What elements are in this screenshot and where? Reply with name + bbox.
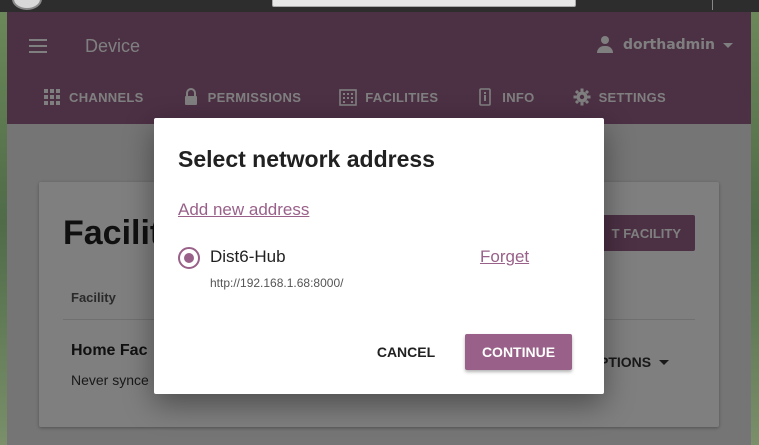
titlebar-divider — [712, 0, 713, 10]
add-new-address-link[interactable]: Add new address — [178, 200, 309, 220]
select-address-dialog: Select network address Add new address D… — [154, 118, 604, 394]
address-url: http://192.168.1.68:8000/ — [210, 276, 344, 290]
continue-button[interactable]: CONTINUE — [465, 334, 572, 370]
cancel-button[interactable]: CANCEL — [368, 334, 444, 370]
forget-address-link[interactable]: Forget — [480, 247, 529, 267]
window-address-bar[interactable] — [272, 0, 576, 7]
window-titlebar — [0, 0, 759, 12]
dialog-title: Select network address — [178, 146, 435, 172]
address-radio-selected[interactable] — [178, 247, 200, 269]
address-name[interactable]: Dist6-Hub — [210, 247, 286, 267]
window-button[interactable] — [12, 0, 42, 10]
